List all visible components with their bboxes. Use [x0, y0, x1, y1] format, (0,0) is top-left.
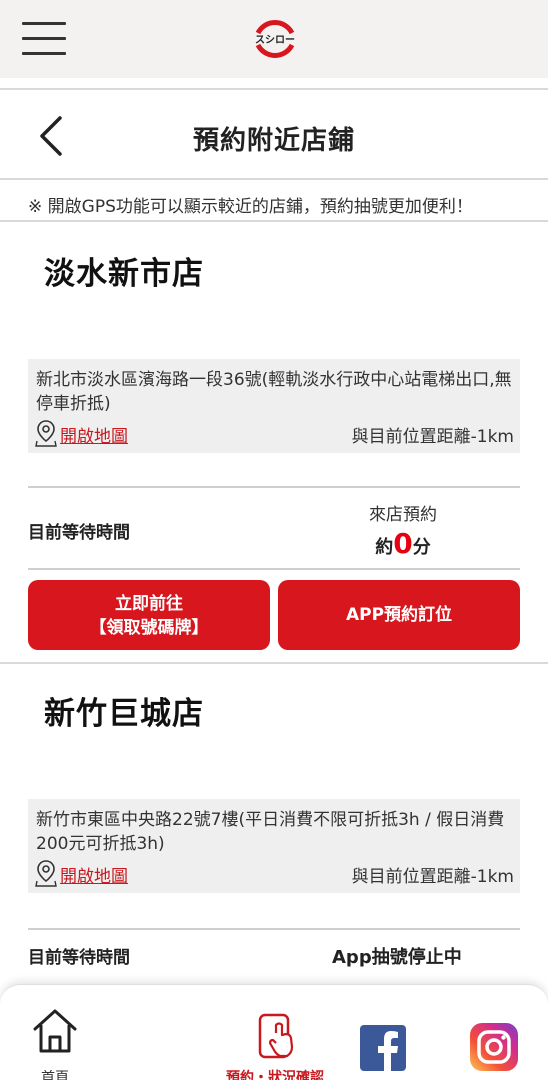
wait-time-label: 目前等待時間: [28, 948, 130, 968]
nav-home[interactable]: 首頁: [20, 985, 90, 1080]
logo-text: スシロー: [255, 34, 295, 46]
wait-time-label: 目前等待時間: [28, 523, 130, 543]
top-header: スシロー: [0, 0, 548, 78]
page-title: 預約附近店鋪: [192, 126, 355, 156]
nav-home-label: 首頁: [41, 1070, 69, 1080]
nav-instagram[interactable]: [466, 985, 522, 1080]
gps-notice: ※ 開啟GPS功能可以顯示較近的店鋪，預約抽號更加便利！: [0, 182, 548, 222]
map-row: 開啟地圖 與目前位置距離-1km: [34, 419, 514, 447]
bottom-navigation: 首頁 預約・狀況確認: [0, 984, 548, 1080]
open-map-link[interactable]: 開啟地圖: [60, 862, 128, 887]
map-pin-icon: [35, 420, 57, 447]
go-now-label: 立即前往: [115, 594, 183, 614]
open-map-link[interactable]: 開啟地圖: [60, 422, 128, 447]
reservation-type: 來店預約: [369, 505, 437, 525]
store-address: 新北市淡水區濱海路一段36號(輕軌淡水行政中心站電梯出口,無停車折抵): [36, 370, 512, 414]
store-name: 新竹巨城店: [44, 696, 204, 732]
map-row: 開啟地圖 與目前位置距離-1km: [34, 859, 514, 887]
wait-time-value: 約0分: [328, 527, 478, 560]
distance-text: 與目前位置距離-1km: [351, 427, 514, 447]
action-buttons: 立即前往 【領取號碼牌】 APP預約訂位: [28, 580, 520, 650]
wait-time-row: 目前等待時間 App抽號停止中: [28, 928, 520, 978]
hamburger-menu-icon[interactable]: [22, 22, 68, 56]
address-box: 新北市淡水區濱海路一段36號(輕軌淡水行政中心站電梯出口,無停車折抵) 開啟地圖…: [28, 359, 520, 453]
nav-reservation[interactable]: 預約・狀況確認: [210, 985, 340, 1080]
address-box: 新竹市東區中央路22號7樓(平日消費不限可折抵3h / 假日消費200元可折抵3…: [28, 799, 520, 893]
facebook-icon: [360, 1025, 406, 1071]
store-name: 淡水新市店: [44, 256, 204, 292]
wait-time-row: 目前等待時間 來店預約 約0分: [28, 486, 520, 570]
get-ticket-label: 【領取號碼牌】: [89, 618, 209, 638]
wait-minutes: 0: [393, 527, 413, 560]
wait-time-info: 來店預約 約0分: [328, 500, 478, 560]
page-title-bar: 預約附近店鋪: [0, 88, 548, 180]
nav-facebook[interactable]: [356, 985, 412, 1080]
store-card: 新竹巨城店 新竹市東區中央路22號7樓(平日消費不限可折抵3h / 假日消費20…: [0, 662, 548, 968]
store-address: 新竹市東區中央路22號7樓(平日消費不限可折抵3h / 假日消費200元可折抵3…: [36, 810, 505, 854]
sushiro-logo[interactable]: スシロー: [252, 16, 298, 62]
app-reservation-button[interactable]: APP預約訂位: [278, 580, 520, 650]
distance-text: 與目前位置距離-1km: [351, 867, 514, 887]
nav-reservation-label: 預約・狀況確認: [226, 1070, 324, 1080]
home-icon: [33, 1009, 77, 1053]
go-now-button[interactable]: 立即前往 【領取號碼牌】: [28, 580, 270, 650]
app-ticket-status: App抽號停止中: [332, 947, 462, 968]
wait-suffix: 分: [412, 537, 431, 558]
phone-tap-icon: [258, 1013, 294, 1059]
wait-prefix: 約: [375, 537, 394, 558]
instagram-icon: [470, 1023, 518, 1071]
map-pin-icon: [35, 860, 57, 887]
